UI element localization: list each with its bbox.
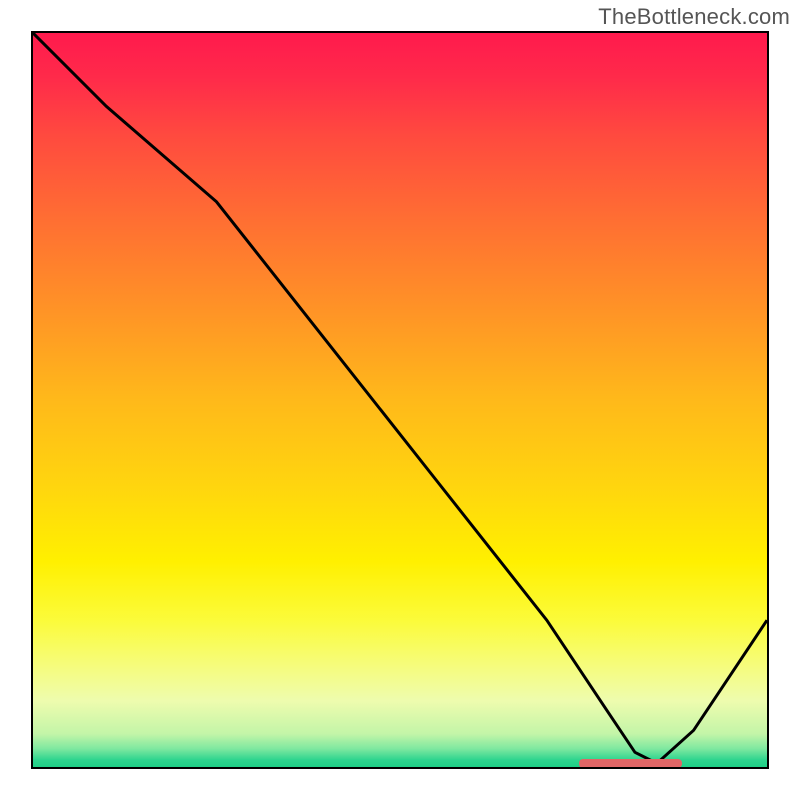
plot-area [31,31,769,769]
gradient-background [33,33,767,767]
watermark-label: TheBottleneck.com [598,4,790,30]
minimum-marker-dash [579,759,682,768]
chart-svg [33,33,767,767]
chart-container: TheBottleneck.com [0,0,800,800]
